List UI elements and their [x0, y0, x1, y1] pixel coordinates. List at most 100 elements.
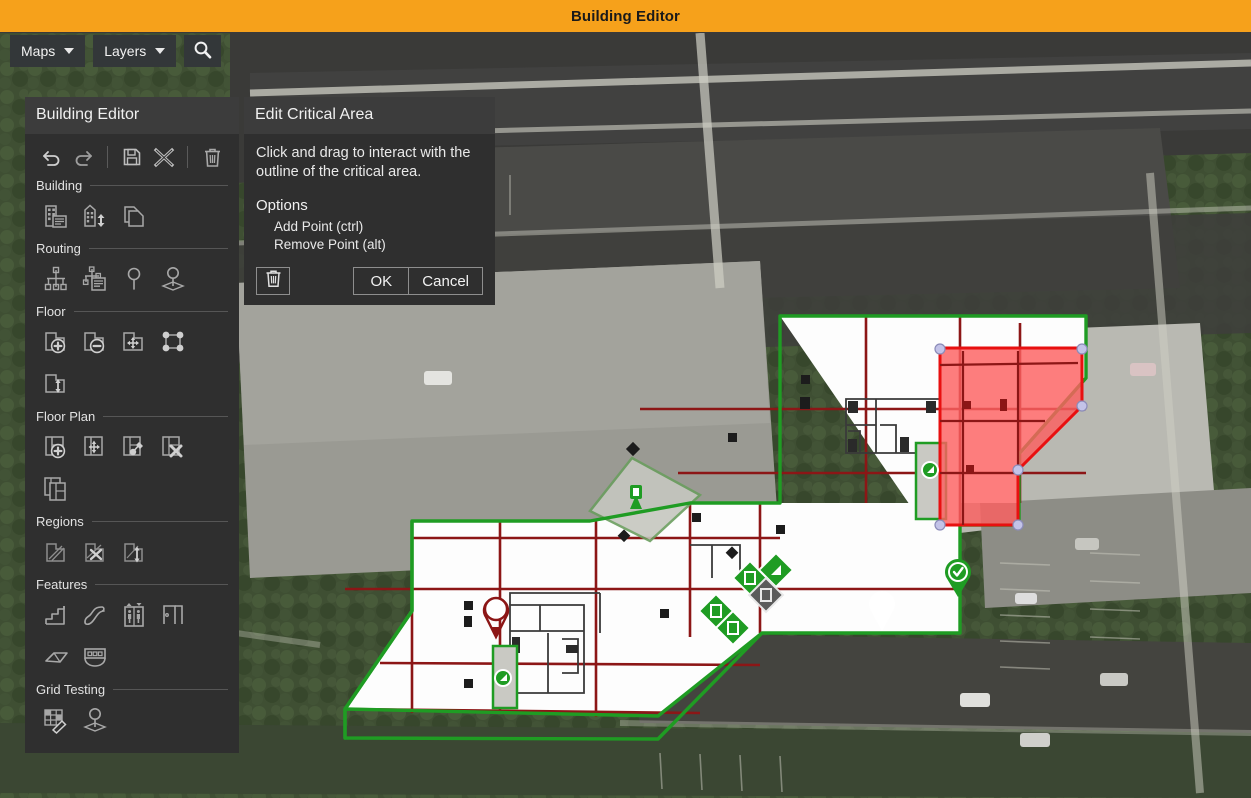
group-rule — [91, 521, 228, 522]
vertex-handle — [1012, 519, 1024, 531]
group-title: Routing — [36, 241, 81, 256]
feature-escalator-button[interactable] — [75, 594, 114, 636]
building-copy-button[interactable] — [114, 195, 153, 237]
elevator-icon — [120, 601, 148, 629]
maps-dropdown-button[interactable]: Maps — [10, 35, 86, 67]
routing-network-properties-button[interactable] — [75, 258, 114, 300]
floorplan-add-button[interactable] — [36, 426, 75, 468]
group-title: Features — [36, 577, 88, 592]
group-label-floor: Floor — [36, 304, 228, 319]
vertex-handle — [1076, 343, 1088, 355]
group-tools-features — [36, 594, 228, 678]
group-label-floorplan: Floor Plan — [36, 409, 228, 424]
edit-critical-area-dialog: Edit Critical Area Click and drag to int… — [244, 97, 495, 305]
group-label-regions: Regions — [36, 514, 228, 529]
floorplan-warp-button[interactable] — [114, 426, 153, 468]
building-move-button[interactable] — [75, 195, 114, 237]
critical-dialog-body: Click and drag to interact with the outl… — [244, 134, 495, 305]
feature-door-button[interactable] — [153, 594, 192, 636]
region-updown-icon — [120, 538, 148, 566]
floor-remove-button[interactable] — [75, 321, 114, 363]
discard-button[interactable] — [148, 142, 180, 172]
poi-marker-mid — [630, 485, 642, 509]
routing-point-place-button[interactable] — [153, 258, 192, 300]
region-x-icon — [81, 538, 109, 566]
floorplan-duplicate-button[interactable] — [36, 468, 75, 510]
group-rule — [113, 689, 228, 690]
application-window: Building Editor Maps Layers Building Edi… — [0, 0, 1251, 798]
floorplan-delete-button[interactable] — [153, 426, 192, 468]
group-tools-routing — [36, 258, 228, 300]
chevron-down-icon — [64, 48, 75, 54]
critical-dialog-options-title: Options — [256, 196, 308, 214]
vertex-handle — [1076, 400, 1088, 412]
group-tools-floorplan — [36, 426, 228, 510]
critical-dialog-option-add-point: Add Point (ctrl) — [274, 218, 364, 234]
group-rule — [73, 311, 228, 312]
feature-counter-button[interactable] — [75, 636, 114, 678]
window-titlebar: Building Editor — [0, 0, 1251, 33]
floorplan-warp-icon — [120, 433, 148, 461]
critical-dialog-button-row: OK Cancel — [256, 267, 483, 295]
critical-dialog-delete-button[interactable] — [256, 267, 290, 295]
vertex-handle — [934, 519, 946, 531]
feature-elevator-button[interactable] — [114, 594, 153, 636]
grid-edit-button[interactable] — [36, 699, 75, 741]
redo-icon — [72, 147, 94, 167]
editor-action-row — [36, 140, 228, 174]
redo-button[interactable] — [68, 142, 100, 172]
floor-move-button[interactable] — [114, 321, 153, 363]
door-icon — [159, 601, 187, 629]
floor-vertices-button[interactable] — [153, 321, 192, 363]
group-rule — [88, 248, 228, 249]
group-rule — [103, 416, 228, 417]
network-list-icon — [81, 265, 109, 293]
search-button[interactable] — [184, 35, 222, 67]
chevron-down-icon — [155, 48, 166, 54]
stairs-icon — [42, 601, 70, 629]
group-title: Floor Plan — [36, 409, 96, 424]
window-title: Building Editor — [571, 7, 680, 25]
map-toolbar: Maps Layers — [10, 35, 222, 67]
vertex-handle — [934, 343, 946, 355]
undo-button[interactable] — [36, 142, 68, 172]
trash-icon — [203, 147, 222, 168]
vertex-handle — [1012, 464, 1024, 476]
save-button[interactable] — [116, 142, 148, 172]
floor-vertices-icon — [159, 328, 187, 356]
floor-reorder-button[interactable] — [36, 363, 75, 405]
floor-updown-icon — [42, 370, 70, 398]
building-properties-button[interactable] — [36, 195, 75, 237]
critical-dialog-option-remove-point: Remove Point (alt) — [274, 236, 386, 252]
floorplan-move-button[interactable] — [75, 426, 114, 468]
poi-region-marker-left — [494, 669, 512, 687]
building-move-icon — [81, 202, 109, 230]
grid-point-button[interactable] — [75, 699, 114, 741]
group-title: Building — [36, 178, 83, 193]
maps-label: Maps — [21, 43, 56, 59]
layers-label: Layers — [104, 43, 147, 59]
counter-desk-icon — [81, 643, 109, 671]
copy-pages-icon — [120, 202, 148, 230]
region-add-button[interactable] — [36, 531, 75, 573]
ok-button[interactable]: OK — [353, 267, 410, 295]
region-reorder-button[interactable] — [114, 531, 153, 573]
group-tools-floor — [36, 321, 228, 405]
floor-add-button[interactable] — [36, 321, 75, 363]
group-label-features: Features — [36, 577, 228, 592]
trash-icon — [265, 269, 282, 293]
region-delete-button[interactable] — [75, 531, 114, 573]
ramp-icon — [42, 643, 70, 671]
group-title: Floor — [36, 304, 66, 319]
feature-stairs-button[interactable] — [36, 594, 75, 636]
pin-on-plane-icon — [159, 265, 187, 293]
layers-dropdown-button[interactable]: Layers — [93, 35, 177, 67]
routing-point-button[interactable] — [114, 258, 153, 300]
building-editor-body: Building Routing Floor Floor Plan Region… — [25, 134, 239, 753]
toolbar-divider-2 — [187, 146, 189, 168]
cancel-button[interactable]: Cancel — [409, 267, 483, 295]
delete-button[interactable] — [196, 142, 228, 172]
routing-network-button[interactable] — [36, 258, 75, 300]
feature-ramp-button[interactable] — [36, 636, 75, 678]
building-list-icon — [42, 202, 70, 230]
